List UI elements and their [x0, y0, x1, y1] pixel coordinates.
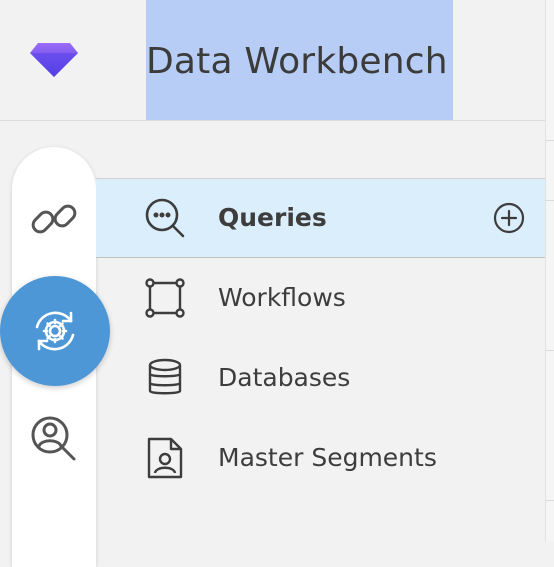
menu-item-databases[interactable]: Databases	[96, 339, 545, 417]
profile-document-icon	[144, 437, 186, 479]
divider	[546, 200, 554, 201]
workflow-nodes-icon	[144, 277, 186, 319]
gem-icon[interactable]	[30, 43, 78, 77]
link-icon[interactable]	[26, 191, 82, 247]
page-title: Data Workbench	[146, 41, 448, 82]
menu-item-label: Databases	[218, 363, 351, 392]
right-panel-edge	[545, 0, 554, 542]
add-circle-icon[interactable]	[493, 202, 525, 234]
menu-item-queries[interactable]: Queries	[96, 179, 545, 258]
menu-item-label: Workflows	[218, 283, 346, 312]
database-icon	[144, 357, 186, 399]
menu-item-label: Queries	[218, 203, 327, 232]
menu-item-master-segments[interactable]: Master Segments	[96, 419, 545, 497]
gear-sync-icon	[29, 305, 81, 357]
query-search-icon	[144, 197, 186, 239]
menu-item-label: Master Segments	[218, 443, 437, 472]
divider	[546, 500, 554, 501]
rail-item-active[interactable]	[0, 276, 110, 386]
menu-item-workflows[interactable]: Workflows	[96, 259, 545, 337]
workbench-menu: Queries Workflows Databases Master Segme…	[96, 178, 545, 543]
user-search-icon[interactable]	[26, 411, 82, 467]
divider	[546, 350, 554, 351]
app-header: Data Workbench	[0, 0, 554, 121]
divider	[546, 140, 554, 141]
